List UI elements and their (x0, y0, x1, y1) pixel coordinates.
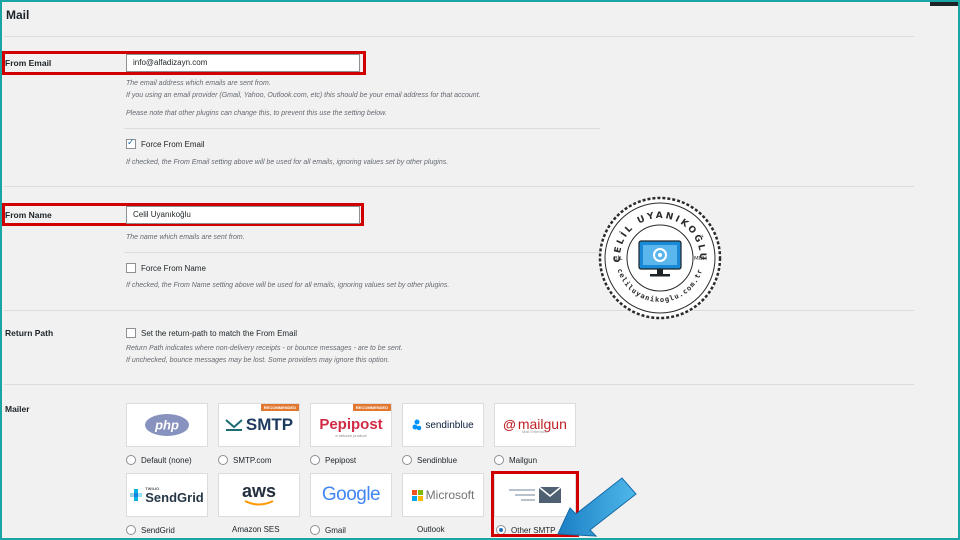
radio-icon[interactable] (126, 525, 136, 535)
force-from-email-checkbox[interactable]: Force From Email (126, 137, 205, 149)
from-name-label: From Name (5, 210, 52, 220)
mailgun-logo-sub: Mail Extension (521, 429, 548, 434)
radio-icon[interactable] (494, 455, 504, 465)
aws-smile-icon (244, 499, 274, 505)
microsoft-grid-icon (411, 489, 423, 501)
mailer-radio-default[interactable]: Default (none) (126, 455, 192, 465)
divider (4, 186, 914, 187)
mailer-radio-mailgun[interactable]: Mailgun (494, 455, 537, 465)
google-logo-text: Google (321, 484, 381, 505)
return-path-label: Return Path (5, 328, 54, 338)
aws-logo-text: aws (241, 480, 277, 501)
microsoft-logo-text: Microsoft (425, 488, 475, 502)
from-email-desc: The email address which emails are sent … (126, 80, 271, 87)
pepipost-logo-sub: a netcore product (335, 433, 367, 438)
microsoft-logo: Microsoft (403, 474, 483, 516)
sendinblue-mark-icon (412, 419, 422, 431)
sendgrid-logo-text: SendGrid (145, 489, 204, 505)
radio-icon[interactable] (310, 455, 320, 465)
watermark-left-text: BİL (614, 255, 623, 262)
smtp-envelope-icon (225, 419, 243, 431)
php-logo: php (127, 404, 207, 446)
force-from-email-label: Force From Email (141, 139, 205, 149)
return-path-checkbox[interactable]: Set the return-path to match the From Em… (126, 328, 297, 338)
mailer-radio-amazonses[interactable]: Amazon SES (232, 525, 280, 534)
mailer-option-label: SendGrid (141, 525, 175, 535)
window-corner-bar (930, 2, 958, 6)
mailer-option-label: Default (none) (141, 455, 192, 465)
pointer-arrow-icon (557, 477, 637, 537)
mailer-tile-smtp[interactable]: RECOMMENDED SMTP (218, 403, 300, 447)
smtp-logo: SMTP (219, 404, 299, 446)
aws-logo: aws (219, 474, 299, 516)
mailer-radio-outlook[interactable]: Outlook (417, 525, 445, 534)
mailer-radio-sendgrid[interactable]: SendGrid (126, 525, 175, 535)
force-from-name-desc: If checked, the From Name setting above … (126, 282, 450, 289)
mailer-radio-sendinblue[interactable]: Sendinblue (402, 455, 457, 465)
radio-icon[interactable] (310, 525, 320, 535)
mailer-tile-pepipost[interactable]: RECOMMENDED Pepipost a netcore product (310, 403, 392, 447)
from-email-label: From Email (5, 58, 52, 68)
google-logo: Google (311, 474, 391, 516)
sendgrid-mark-icon (130, 489, 143, 501)
at-sign-icon: @ (503, 416, 516, 432)
mailer-tile-php[interactable]: php (126, 403, 208, 447)
mailer-option-label: Sendinblue (417, 455, 458, 465)
mailer-radio-smtpcom[interactable]: SMTP.com (218, 455, 272, 465)
sendgrid-logo: TWILIO SendGrid (127, 474, 207, 516)
return-path-check-label: Set the return-path to match the From Em… (141, 328, 298, 338)
pepipost-logo: Pepipost a netcore product (311, 404, 391, 446)
mailer-radio-pepipost[interactable]: Pepipost (310, 455, 356, 465)
mailer-tile-aws[interactable]: aws (218, 473, 300, 517)
php-logo-text: php (154, 418, 179, 433)
divider (124, 128, 600, 129)
radio-icon[interactable] (218, 455, 228, 465)
return-path-desc-note: If unchecked, bounce messages may be los… (126, 357, 390, 364)
divider (4, 384, 914, 385)
mailer-tile-sendinblue[interactable]: sendinblue (402, 403, 484, 447)
from-name-input[interactable]: Celil Uyanıkoğlu (126, 206, 360, 224)
checkbox-unchecked-icon[interactable] (126, 328, 136, 338)
from-email-desc-note: Please note that other plugins can chang… (126, 110, 387, 117)
mailer-tile-outlook[interactable]: Microsoft (402, 473, 484, 517)
mailer-radio-gmail[interactable]: Gmail (310, 525, 346, 535)
mailer-option-label: Outlook (417, 525, 445, 534)
return-path-desc: Return Path indicates where non-delivery… (126, 345, 403, 352)
mailer-option-label: Amazon SES (232, 525, 280, 534)
divider (4, 310, 914, 311)
from-email-input[interactable]: info@alfadizayn.com (126, 54, 360, 72)
radio-icon[interactable] (126, 455, 136, 465)
mailer-option-label: Gmail (325, 525, 346, 535)
section-title: Mail (6, 8, 30, 22)
mailer-option-label: Pepipost (325, 455, 357, 465)
mailer-option-label: Mailgun (509, 455, 538, 465)
radio-icon[interactable] (402, 455, 412, 465)
checkbox-checked-icon[interactable] (126, 137, 136, 149)
checkbox-unchecked-icon[interactable] (126, 263, 136, 273)
force-from-name-checkbox[interactable]: Force From Name (126, 263, 206, 273)
force-from-name-label: Force From Name (141, 263, 206, 273)
mailgun-logo: @ mailgun Mail Extension (495, 404, 575, 446)
mailer-option-label: SMTP.com (233, 455, 272, 465)
pepipost-logo-text: Pepipost (319, 416, 383, 433)
sendinblue-logo: sendinblue (403, 404, 483, 446)
mailer-tile-sendgrid[interactable]: TWILIO SendGrid (126, 473, 208, 517)
divider (4, 36, 914, 37)
from-email-desc-provider: If you using an email provider (Gmail, Y… (126, 92, 481, 99)
smtp-logo-text: SMTP (245, 415, 294, 434)
mailer-tile-mailgun[interactable]: @ mailgun Mail Extension (494, 403, 576, 447)
watermark-stamp: CELİL UYANIKOĞLU celiluyanikoglu.com.tr … (598, 196, 722, 320)
divider (124, 252, 600, 253)
mailer-tile-gmail[interactable]: Google (310, 473, 392, 517)
sendinblue-logo-text: sendinblue (425, 419, 474, 431)
force-from-email-desc: If checked, the From Email setting above… (126, 159, 449, 166)
watermark-right-text: MÜH (694, 255, 707, 262)
mailer-label: Mailer (5, 404, 30, 414)
from-name-desc: The name which emails are sent from. (126, 234, 245, 241)
